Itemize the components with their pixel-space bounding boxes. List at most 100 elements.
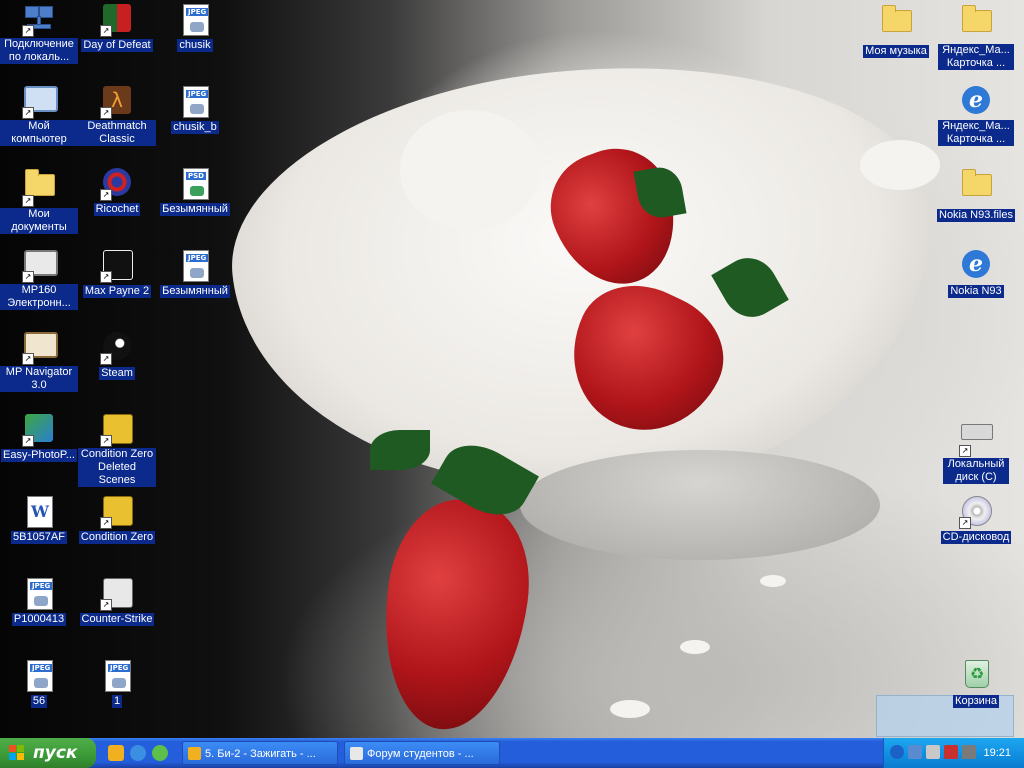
wallpaper-splash — [680, 640, 710, 654]
desktop-icon-5b1057af[interactable]: W 5B1057AF — [0, 496, 78, 544]
desktop-icon-mp-navigator[interactable]: ↗ MP Navigator 3.0 — [0, 332, 78, 392]
desktop-icon-label: Безымянный — [160, 203, 230, 216]
desktop-icon-label: MP160 Электронн... — [0, 284, 78, 310]
desktop-icon-network-connection[interactable]: ↗ Подключение по локаль... — [0, 4, 78, 64]
folder-icon — [880, 5, 912, 42]
desktop-icon-label: Мой компьютер — [0, 120, 78, 146]
quick-launch-ie-icon[interactable] — [130, 745, 146, 761]
desktop-icon-label: Condition Zero — [78, 531, 156, 544]
desktop-icon-ricochet[interactable]: ↗ Ricochet — [78, 168, 156, 216]
desktop-icon-steam[interactable]: ↗ Steam — [78, 332, 156, 380]
desktop-icon-label: 1 — [111, 695, 123, 708]
desktop-icon-my-computer[interactable]: ↗ Мой компьютер — [0, 86, 78, 146]
desktop-icon-label: Nokia N93 — [948, 285, 1004, 298]
jpeg-file-icon: JPEG — [23, 660, 55, 692]
desktop-icon-label: Steam — [99, 367, 135, 380]
browser-icon — [350, 747, 363, 760]
jpeg-file-icon: JPEG — [179, 86, 211, 118]
desktop-icon-label: Яндекс_Ма... Карточка ... — [938, 44, 1014, 70]
desktop-icon-yandex-folder[interactable]: Яндекс_Ма... Карточка ... — [935, 4, 1017, 70]
desktop-icon-label: chusik — [177, 39, 213, 52]
desktop-icon-label: Мои документы — [0, 208, 78, 234]
desktop-icon-my-music[interactable]: Моя музыка — [857, 4, 935, 58]
desktop-icon-label: Моя музыка — [863, 45, 929, 58]
psd-file-icon: PSD — [179, 168, 211, 200]
desktop-icon-label: chusik_b — [171, 121, 219, 134]
hard-drive-icon: ↗ — [959, 424, 993, 457]
desktop-wallpaper: ↗ Подключение по локаль... ↗ Мой компьют… — [0, 0, 1024, 739]
jpeg-file-icon: JPEG — [23, 578, 55, 610]
taskbar-task-music[interactable]: 5. Би-2 - Зажигать - ... — [182, 741, 338, 765]
desktop-icon-deathmatch-classic[interactable]: λ ↗ Deathmatch Classic — [78, 86, 156, 146]
desktop-icon-cd-drive[interactable]: ↗ CD-дисковод — [935, 496, 1017, 544]
tray-sound-icon[interactable] — [926, 745, 940, 759]
game-icon: ↗ — [100, 250, 133, 283]
desktop-icon-p1000413[interactable]: JPEG P1000413 — [0, 578, 78, 626]
desktop-icon-label: Локальный диск (C) — [943, 458, 1009, 484]
desktop-icon-counter-strike[interactable]: ↗ Counter-Strike — [78, 578, 156, 626]
jpeg-file-icon: JPEG — [101, 660, 133, 692]
system-tray: 19:21 — [883, 738, 1024, 768]
word-document-icon: W — [23, 496, 55, 528]
wallpaper-splash — [860, 140, 940, 190]
desktop-icon-label: Condition Zero Deleted Scenes — [78, 448, 156, 487]
tray-expand-icon[interactable] — [890, 745, 904, 759]
media-player-icon — [188, 747, 201, 760]
wallpaper-splash — [400, 110, 540, 230]
tray-app-icon[interactable] — [962, 745, 976, 759]
game-icon: λ ↗ — [100, 86, 133, 119]
desktop-icon-label: Max Payne 2 — [82, 285, 152, 298]
desktop-icon-easy-photoprint[interactable]: ↗ Easy-PhotoP... — [0, 414, 78, 462]
desktop-icon-label: MP Navigator 3.0 — [0, 366, 78, 392]
wallpaper-bowl-base — [520, 450, 880, 560]
tray-network-icon[interactable] — [908, 745, 922, 759]
desktop-icon-label: Nokia N93.files — [937, 209, 1015, 222]
jpeg-file-icon: JPEG — [179, 250, 211, 282]
windows-logo-icon — [9, 745, 25, 761]
start-button[interactable]: пуск — [0, 738, 96, 768]
desktop-icon-1[interactable]: JPEG 1 — [78, 660, 156, 708]
desktop-icon-mp160[interactable]: ↗ MP160 Электронн... — [0, 250, 78, 310]
clock[interactable]: 19:21 — [983, 738, 1011, 768]
desktop-icon-max-payne-2[interactable]: ↗ Max Payne 2 — [78, 250, 156, 298]
desktop-icon-label: P1000413 — [11, 613, 67, 626]
steam-icon: ↗ — [100, 332, 133, 365]
desktop-icon-label: Безымянный — [160, 285, 230, 298]
printer-manual-icon: ↗ — [22, 250, 58, 283]
internet-explorer-icon: e — [960, 250, 992, 282]
desktop-icon-my-documents[interactable]: ↗ Мои документы — [0, 168, 78, 234]
my-documents-icon: ↗ — [22, 169, 55, 207]
quick-launch-media-icon[interactable] — [108, 745, 124, 761]
desktop-icon-yandex-page[interactable]: e Яндекс_Ма... Карточка ... — [935, 86, 1017, 146]
desktop-icon-recycle-bin[interactable]: ♻ Корзина — [935, 660, 1017, 708]
desktop-icon-label: 56 — [30, 695, 48, 708]
my-computer-icon: ↗ — [22, 86, 58, 119]
desktop-icon-nokia-n93[interactable]: e Nokia N93 — [935, 250, 1017, 298]
desktop-icon-condition-zero[interactable]: ↗ Condition Zero — [78, 496, 156, 544]
wallpaper-strawberry — [369, 491, 541, 739]
start-label: пуск — [33, 743, 78, 763]
recycle-bin-icon: ♻ — [960, 660, 992, 692]
photo-print-icon: ↗ — [22, 414, 55, 447]
desktop-icon-nokia-files[interactable]: Nokia N93.files — [935, 168, 1017, 222]
desktop-icon-chusik-b[interactable]: JPEG chusik_b — [156, 86, 234, 134]
folder-icon — [960, 169, 992, 206]
quick-launch-icq-icon[interactable] — [152, 745, 168, 761]
desktop-icon-untitled-psd[interactable]: PSD Безымянный — [156, 168, 234, 216]
desktop-icon-chusik[interactable]: JPEG chusik — [156, 4, 234, 52]
desktop-icon-label: 5B1057AF — [11, 531, 67, 544]
desktop-icon-condition-zero-deleted-scenes[interactable]: ↗ Condition Zero Deleted Scenes — [78, 414, 156, 487]
game-icon: ↗ — [100, 578, 133, 611]
desktop-icon-day-of-defeat[interactable]: ↗ Day of Defeat — [78, 4, 156, 52]
taskbar-task-forum[interactable]: Форум студентов - ... — [344, 741, 500, 765]
desktop-icon-label: Easy-PhotoP... — [1, 449, 77, 462]
desktop-icon-untitled-jpeg[interactable]: JPEG Безымянный — [156, 250, 234, 298]
wallpaper-splash — [610, 700, 650, 718]
desktop-icon-56[interactable]: JPEG 56 — [0, 660, 78, 708]
tray-antivirus-icon[interactable] — [944, 745, 958, 759]
desktop-icon-label: Корзина — [953, 695, 999, 708]
desktop-icon-label: Ricochet — [93, 203, 141, 216]
wallpaper-splash — [760, 575, 786, 587]
desktop-icon-local-disk-c[interactable]: ↗ Локальный диск (C) — [935, 414, 1017, 484]
scanner-app-icon: ↗ — [22, 332, 58, 365]
